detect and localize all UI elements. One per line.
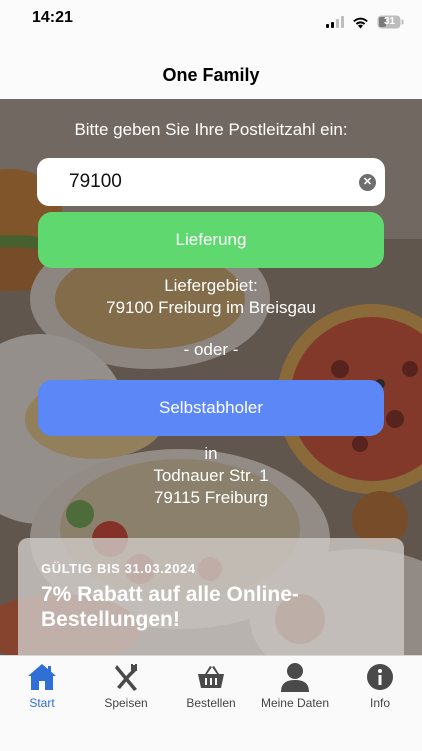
- cutlery-icon: [115, 664, 137, 691]
- zip-prompt-label: Bitte geben Sie Ihre Postleitzahl ein:: [74, 120, 348, 139]
- tab-label-info: Info: [369, 696, 390, 710]
- home-icon: [28, 664, 56, 690]
- navigation-bar: One Family: [0, 44, 422, 99]
- zip-field[interactable]: ✕: [37, 158, 385, 206]
- status-time: 14:21: [32, 9, 73, 26]
- tab-bestellen[interactable]: Bestellen: [169, 656, 253, 716]
- pickup-city: 79115 Freiburg: [153, 488, 269, 507]
- delivery-button[interactable]: Lieferung: [38, 212, 384, 268]
- pickup-button[interactable]: Selbstabholer: [38, 380, 384, 436]
- tab-bar: Start Speisen Bestellen Meine Daten Info: [0, 655, 422, 751]
- tab-meine-daten[interactable]: Meine Daten: [253, 656, 337, 716]
- or-divider-label: - oder -: [183, 340, 239, 359]
- tab-info[interactable]: Info: [338, 656, 422, 716]
- tab-label-meine-daten: Meine Daten: [260, 696, 330, 710]
- delivery-area-value: 79100 Freiburg im Breisgau: [106, 298, 316, 317]
- status-icons: 31: [326, 12, 404, 32]
- info-icon: [367, 664, 393, 690]
- signal-icon: [326, 16, 344, 28]
- delivery-area-label: Liefergebiet:: [164, 276, 258, 295]
- tab-start[interactable]: Start: [0, 656, 84, 716]
- tab-label-speisen: Speisen: [104, 696, 148, 710]
- zip-input[interactable]: [69, 158, 349, 206]
- tab-speisen[interactable]: Speisen: [84, 656, 168, 716]
- pickup-street: Todnauer Str. 1: [153, 466, 269, 485]
- battery-level: 31: [384, 16, 396, 27]
- promo-valid-until: GÜLTIG BIS 31.03.2024: [41, 561, 196, 576]
- person-icon: [281, 663, 309, 692]
- wifi-icon: [352, 16, 369, 29]
- tab-label-bestellen: Bestellen: [186, 696, 236, 710]
- pickup-in-label: in: [204, 444, 218, 463]
- basket-icon: [198, 666, 224, 688]
- promo-title: 7% Rabatt auf alle Online-Bestellungen!: [41, 583, 299, 631]
- tab-label-start: Start: [29, 696, 55, 710]
- battery-icon: 31: [377, 15, 404, 29]
- status-bar: 14:21 31: [0, 0, 422, 44]
- page-title: One Family: [162, 65, 260, 85]
- clear-circle-icon[interactable]: ✕: [359, 174, 376, 191]
